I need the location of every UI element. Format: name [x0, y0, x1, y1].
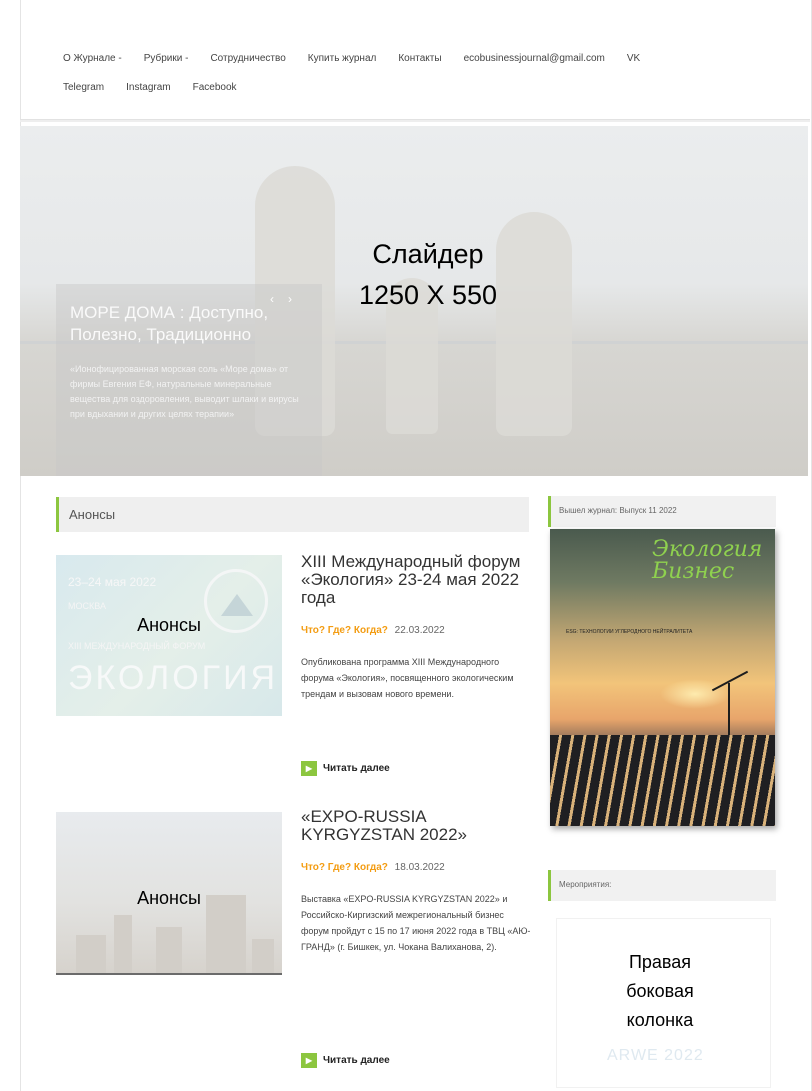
post-thumbnail-ecology-forum[interactable]: 23–24 мая 2022 МОСКВА XIII МЕЖДУНАРОДНЫЙ… [56, 555, 282, 716]
read-more-button[interactable]: ▶ Читать далее [301, 1053, 390, 1068]
nav-item-vk[interactable]: VK [627, 52, 640, 66]
nav-item-instagram[interactable]: Instagram [126, 81, 170, 95]
nav-item-telegram[interactable]: Telegram [63, 81, 104, 95]
thumb-city-silhouette [114, 915, 132, 975]
thumb-subtitle: XIII МЕЖДУНАРОДНЫЙ ФОРУМ [68, 641, 206, 651]
post-ecology-forum: XIII Международный форум «Экология» 23-2… [301, 553, 533, 776]
events-banner-text: ARWE 2022 [607, 1047, 704, 1064]
sidebar-widget-events-title: Мероприятия: [548, 870, 776, 901]
thumb-placeholder-label: Анонсы [137, 888, 201, 908]
post-category-link[interactable]: Что? Где? Когда? [301, 625, 388, 636]
top-navigation: О Журнале - Рубрики - Сотрудничество Куп… [63, 52, 783, 110]
post-expo-russia-kyrgyzstan: «EXPO-RUSSIA KYRGYZSTAN 2022» Что? Где? … [301, 808, 533, 1068]
nav-row-2: Telegram Instagram Facebook [63, 81, 783, 95]
arrow-right-icon: ▶ [301, 1053, 317, 1068]
magazine-title-line2: Бизнес [652, 559, 735, 584]
nav-row-1: О Журнале - Рубрики - Сотрудничество Куп… [63, 52, 783, 66]
post-excerpt: Выставка «EXPO-RUSSIA KYRGYZSTAN 2022» и… [301, 894, 531, 952]
nav-item-contacts[interactable]: Контакты [398, 52, 441, 66]
announcements-heading: Анонсы [56, 497, 529, 532]
hero-slider[interactable]: МОРЕ ДОМА : Доступно, Полезно, Традицион… [20, 126, 808, 476]
thumb-city-silhouette [76, 935, 106, 975]
magazine-cover[interactable]: Экология Бизнес ESG: ТЕХНОЛОГИИ УГЛЕРОДН… [550, 529, 775, 826]
nav-item-buy[interactable]: Купить журнал [308, 52, 377, 66]
post-date: 22.03.2022 [394, 625, 445, 636]
thumb-city-silhouette [156, 927, 182, 975]
thumb-placeholder-label: Анонсы [137, 615, 201, 635]
sidebar-widget-magazine-title: Вышел журнал: Выпуск 11 2022 [548, 496, 776, 527]
slider-caption[interactable]: МОРЕ ДОМА : Доступно, Полезно, Традицион… [56, 284, 322, 476]
read-more-button[interactable]: ▶ Читать далее [301, 761, 390, 776]
read-more-label: Читать далее [323, 763, 390, 774]
magazine-sun [660, 679, 730, 709]
magazine-heading: ESG: ТЕХНОЛОГИИ УГЛЕРОДНОГО НЕЙТРАЛИТЕТА [566, 629, 693, 635]
read-more-label: Читать далее [323, 1055, 390, 1066]
magazine-title: Экология Бизнес [652, 539, 762, 583]
nav-item-facebook[interactable]: Facebook [193, 81, 237, 95]
post-category-link[interactable]: Что? Где? Когда? [301, 862, 388, 873]
slider-arrows: ‹ › [270, 292, 292, 306]
right-label-line3: колонка [626, 1010, 694, 1030]
thumb-big-title: ЭКОЛОГИЯ [68, 659, 279, 697]
magazine-title-line1: Экология [652, 537, 763, 562]
nav-item-about[interactable]: О Журнале - [63, 52, 122, 66]
arrow-right-icon: ▶ [301, 761, 317, 776]
post-meta: Что? Где? Когда? 22.03.2022 [301, 625, 533, 636]
post-excerpt: Опубликована программа XIII Международно… [301, 657, 514, 699]
slider-label-line2: 1250 X 550 [358, 280, 498, 310]
chevron-left-icon[interactable]: ‹ [270, 292, 274, 306]
post-title[interactable]: «EXPO-RUSSIA KYRGYZSTAN 2022» [301, 808, 533, 844]
thumb-date: 23–24 мая 2022 [68, 575, 157, 589]
right-label-line2: боковая [626, 981, 694, 1001]
post-title[interactable]: XIII Международный форум «Экология» 23-2… [301, 553, 533, 607]
post-meta: Что? Где? Когда? 18.03.2022 [301, 862, 533, 873]
chevron-right-icon[interactable]: › [288, 292, 292, 306]
nav-item-cooperation[interactable]: Сотрудничество [210, 52, 285, 66]
slider-label-line1: Слайдер [372, 239, 484, 269]
slider-placeholder-label: Слайдер 1250 X 550 [328, 234, 528, 316]
post-thumbnail-expo-russia[interactable]: Анонсы [56, 812, 282, 975]
thumb-city-silhouette [252, 939, 274, 975]
solar-panels-image [550, 735, 775, 826]
slider-caption-text: «Ионофицированная морская соль «Море дом… [70, 364, 299, 419]
nav-divider [20, 119, 810, 122]
slider-caption-title[interactable]: МОРЕ ДОМА : Доступно, Полезно, Традицион… [70, 302, 308, 346]
thumb-city: МОСКВА [68, 601, 106, 611]
right-label-line1: Правая [628, 952, 692, 972]
right-column-placeholder-label: Правая боковая колонка [610, 948, 710, 1035]
nav-item-email[interactable]: ecobusinessjournal@gmail.com [464, 52, 605, 66]
nav-item-rubrics[interactable]: Рубрики - [144, 52, 189, 66]
post-date: 18.03.2022 [394, 862, 445, 873]
